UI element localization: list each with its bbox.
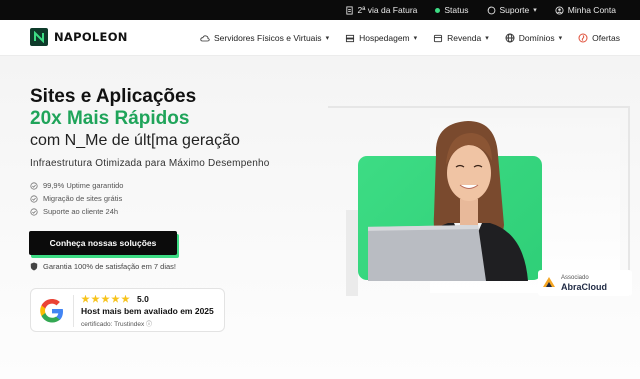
top-bar: 2ª via da Fatura Status Suporte ▾ Minha … [0, 0, 640, 20]
status-label: Status [444, 5, 469, 15]
status-link[interactable]: Status [435, 5, 469, 15]
review-title: Host mais bem avaliado em 2025 [81, 306, 214, 316]
account-link[interactable]: Minha Conta [555, 5, 616, 15]
chevron-down-icon: ▾ [485, 35, 489, 42]
brand-logo[interactable]: NAPOLEON [30, 28, 128, 46]
check-circle-icon [30, 194, 38, 203]
nav-item-label: Servidores Físicos e Virtuais [214, 33, 322, 43]
invoice-label: 2ª via da Fatura [357, 5, 418, 15]
user-icon [555, 5, 564, 15]
google-icon [40, 299, 63, 323]
star-icon [91, 294, 100, 303]
nav-item-hosting[interactable]: Hospedagem ▾ [345, 33, 417, 43]
abracloud-text: Associado AbraCloud [561, 275, 607, 292]
chevron-down-icon: ▾ [533, 7, 537, 14]
main-nav: NAPOLEON Servidores Físicos e Virtuais ▾… [0, 20, 640, 56]
feature-item: 99,9% Uptime garantido [30, 181, 123, 190]
badge-line1: Associado [561, 274, 589, 281]
star-icon [81, 294, 90, 303]
hero-subtitle: Infraestrutura Otimizada para Máximo Des… [30, 158, 270, 169]
globe-icon [505, 33, 515, 43]
hero-title-highlight: 20x Mais Rápidos [30, 108, 190, 129]
status-dot-icon [435, 7, 441, 13]
cta-button[interactable]: Conheça nossas soluções [29, 231, 177, 255]
card-divider [73, 295, 74, 327]
nav-item-label: Ofertas [592, 33, 620, 43]
chevron-down-icon: ▾ [558, 35, 563, 42]
feature-label: Suporte ao cliente 24h [43, 207, 119, 216]
hero-title: Sites e Aplicações [30, 86, 197, 107]
nav-item-offers[interactable]: Ofertas [578, 33, 620, 43]
nav-item-servers[interactable]: Servidores Físicos e Virtuais ▾ [200, 33, 329, 43]
support-label: Suporte [499, 5, 530, 15]
feature-item: Suporte ao cliente 24h [30, 207, 118, 216]
abracloud-badge: Associado AbraCloud [538, 270, 632, 296]
invoice-icon [345, 5, 353, 15]
badge-line2: AbraCloud [561, 281, 607, 292]
support-icon [487, 6, 495, 14]
feature-label: 99,9% Uptime garantido [43, 181, 124, 190]
account-label: Minha Conta [567, 5, 616, 15]
logo-mark-icon [30, 28, 48, 46]
info-icon: ⓘ [146, 322, 153, 328]
hero-person-image [368, 121, 528, 281]
abracloud-logo-icon [543, 277, 555, 287]
star-rating: 5.0 [81, 294, 149, 304]
hero-title-sub: com N_Me de últ[ma geração [30, 132, 240, 149]
shield-icon [30, 262, 38, 271]
review-certified: certificado: Trustindex ⓘ [81, 319, 152, 328]
nav-item-reseller[interactable]: Revenda ▾ [433, 33, 489, 43]
guarantee-label: Garantia 100% de satisfação em 7 dias! [43, 262, 176, 271]
nav-item-label: Domínios [518, 33, 555, 43]
nav-item-label: Revenda [447, 33, 482, 43]
invoice-link[interactable]: 2ª via da Fatura [345, 5, 418, 15]
star-icon [121, 294, 130, 303]
reseller-icon [434, 34, 443, 42]
chevron-down-icon: ▾ [325, 35, 330, 42]
nav-menu: Servidores Físicos e Virtuais ▾ Hospedag… [200, 20, 620, 56]
certified-label: certificado: Trustindex [81, 321, 145, 328]
brand-name: NAPOLEON [54, 30, 128, 44]
nav-item-domains[interactable]: Domínios ▾ [505, 33, 562, 43]
star-icon [101, 294, 110, 303]
check-circle-icon [30, 181, 38, 190]
feature-item: Migração de sites grátis [30, 194, 122, 203]
check-circle-icon [30, 207, 38, 216]
review-card[interactable]: 5.0 Host mais bem avaliado em 2025 certi… [30, 288, 225, 332]
star-icon [111, 294, 120, 303]
nav-item-label: Hospedagem [359, 33, 410, 43]
tag-icon [578, 33, 588, 43]
guarantee-note: Garantia 100% de satisfação em 7 dias! [30, 262, 176, 271]
cloud-icon [200, 34, 210, 41]
chevron-down-icon: ▾ [413, 35, 418, 42]
feature-label: Migração de sites grátis [43, 194, 123, 203]
support-link[interactable]: Suporte ▾ [487, 5, 537, 15]
rating-value: 5.0 [137, 294, 149, 304]
server-icon [346, 34, 355, 42]
